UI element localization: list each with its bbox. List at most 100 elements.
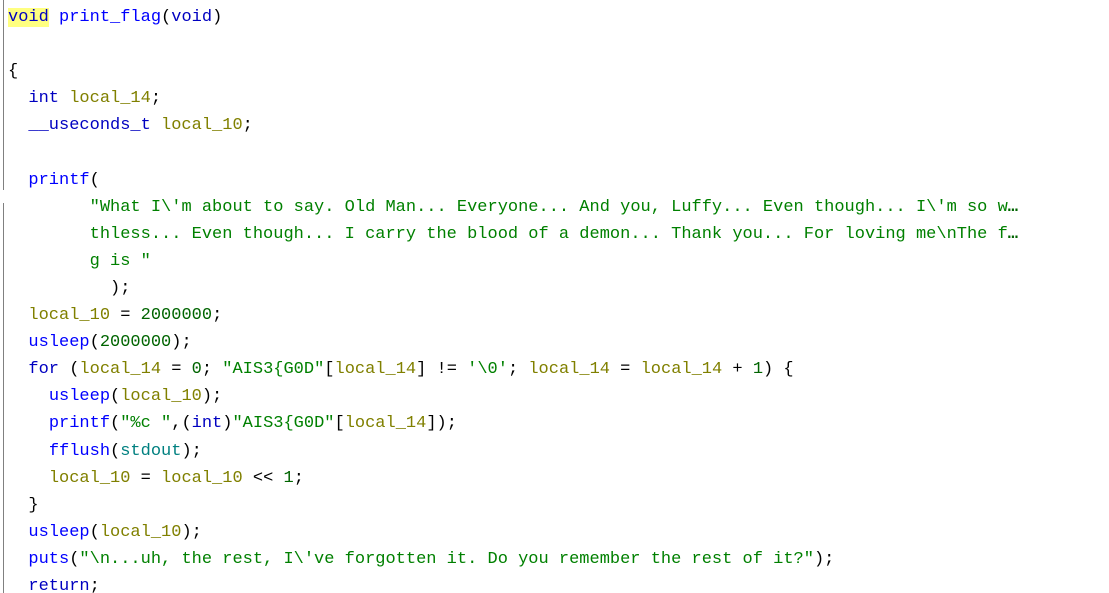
code-token-punct: ( [89,333,100,353]
code-token-fn[interactable]: usleep [28,523,89,542]
code-token-fn[interactable]: fflush [49,442,110,461]
code-token-str: "%c " [120,414,172,434]
code-token-fn[interactable]: print_flag [59,8,161,27]
code-token-var[interactable]: local_14 [335,360,417,379]
code-line[interactable]: usleep(local_10); [0,519,1109,546]
code-line[interactable] [0,31,1109,58]
code-token-fn[interactable]: printf [49,414,110,433]
code-token-str: g is " [89,251,151,271]
code-token-punct: ; [201,360,223,380]
code-line[interactable]: local_10 = 2000000; [0,302,1109,329]
code-token-var[interactable]: local_14 [528,360,610,379]
code-token-var[interactable]: local_10 [161,469,243,488]
code-token-str: "\n...uh, the rest, I\'ve forgotten it. … [79,549,814,569]
code-token-punct: + [722,360,753,380]
code-token-num: 1 [752,360,764,380]
code-token-punct: << [242,468,284,488]
code-token-fn[interactable]: usleep [28,333,89,352]
code-token-punct: ( [89,170,100,190]
code-line[interactable] [0,139,1109,166]
code-token-var[interactable]: local_10 [100,523,182,542]
code-token-var[interactable]: local_10 [28,306,110,325]
code-token-punct: { [8,62,19,82]
code-token-num: 0 [191,360,202,380]
code-token-punct: ; [89,576,100,593]
code-line[interactable]: for (local_14 = 0; "AIS3{G0D"[local_14] … [0,356,1109,383]
code-line[interactable]: local_10 = local_10 << 1; [0,465,1109,492]
code-token-punct: ,( [171,414,192,434]
code-token-punct: ; [150,89,162,109]
code-line[interactable]: g is " [0,248,1109,275]
code-token-punct: ( [89,522,100,542]
code-token-punct: ( [110,441,121,461]
code-token-punct: ); [181,441,202,461]
code-token-punct: ) { [763,360,794,380]
code-token-kw: int [191,414,223,434]
code-line[interactable]: } [0,492,1109,519]
code-token-fn[interactable]: puts [28,550,69,569]
code-token-str: "AIS3{G0D" [222,360,325,380]
code-line[interactable]: void print_flag(void) [0,4,1109,31]
code-token-str: "What I\'m about to say. Old Man... Ever… [89,197,1008,217]
code-token-punct: ( [110,387,121,407]
code-token-punct: ; [120,278,131,298]
decompiled-code-view[interactable]: void print_flag(void) { int local_14; __… [0,0,1109,593]
code-token-kw: void [171,8,213,27]
code-line[interactable]: printf("%c ",(int)"AIS3{G0D"[local_14]); [0,410,1109,437]
code-token-str: "AIS3{G0D" [232,414,335,434]
code-token-var[interactable]: local_10 [161,116,243,135]
code-token-punct: ( [69,549,80,569]
code-line[interactable]: puts("\n...uh, the rest, I\'ve forgotten… [0,546,1109,573]
code-token-var[interactable]: local_10 [120,387,202,406]
code-line[interactable]: int local_14; [0,85,1109,112]
code-line[interactable]: printf( [0,167,1109,194]
code-token-var[interactable]: local_14 [641,360,723,379]
code-token-punct: ); [813,549,835,569]
code-token-ellipsis: … [1007,197,1019,217]
code-token-punct: = [609,360,641,380]
code-line[interactable]: return; [0,573,1109,593]
code-token-punct [49,8,59,27]
code-line[interactable]: { [0,58,1109,85]
code-token-global[interactable]: stdout [120,442,181,461]
code-line[interactable]: usleep(2000000); [0,329,1109,356]
code-token-str: thless... Even though... I carry the blo… [89,224,1008,244]
code-token-punct: = [110,306,141,326]
code-token-var[interactable]: local_14 [79,360,161,379]
code-line[interactable]: fflush(stdout); [0,438,1109,465]
code-line-container[interactable]: void print_flag(void) { int local_14; __… [0,0,1109,593]
code-token-kw: __useconds_t [28,116,151,136]
code-line[interactable]: ); [0,275,1109,302]
code-token-fn[interactable]: usleep [49,387,110,406]
code-token-var[interactable]: local_14 [345,414,427,433]
code-token-punct: ; [293,468,304,488]
code-line[interactable]: "What I\'m about to say. Old Man... Ever… [0,194,1109,221]
code-token-punct: ( [59,360,80,380]
code-token-punct [59,89,69,108]
code-token-punct: ( [161,8,172,27]
code-token-var[interactable]: local_14 [69,89,151,108]
code-token-punct: } [28,495,39,515]
code-token-num: 2000000 [140,306,213,326]
code-token-punct: ); [171,333,192,353]
code-line[interactable]: __useconds_t local_10; [0,112,1109,139]
code-token-var[interactable]: local_10 [49,469,131,488]
code-token-punct: ); [181,522,202,542]
code-line[interactable]: usleep(local_10); [0,383,1109,410]
code-token-num: 2000000 [99,333,172,353]
code-token-fn[interactable]: printf [28,171,89,190]
code-token-punct: ) [222,414,233,434]
code-token-punct: ) [212,8,223,27]
code-token-punct: [ [324,360,335,380]
code-line[interactable]: thless... Even though... I carry the blo… [0,221,1109,248]
